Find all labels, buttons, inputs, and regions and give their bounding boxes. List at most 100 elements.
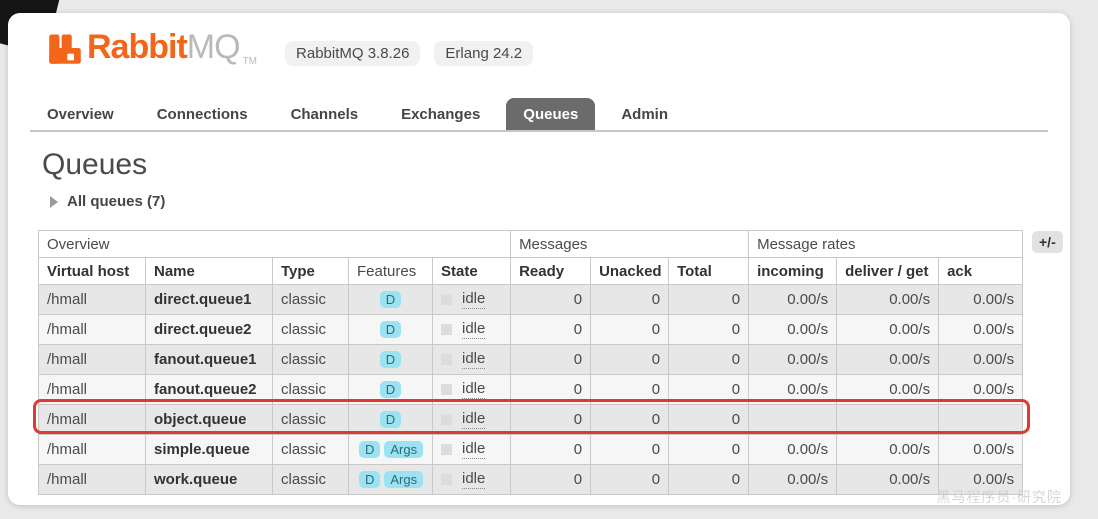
unacked-cell: 0 [591, 465, 669, 495]
unacked-cell: 0 [591, 405, 669, 435]
queue-name-link[interactable]: object.queue [146, 405, 273, 435]
args-badge: Args [384, 441, 423, 458]
erlang-version-badge: Erlang 24.2 [434, 41, 533, 66]
queue-name-link[interactable]: direct.queue1 [146, 285, 273, 315]
type-cell: classic [273, 375, 349, 405]
col-features: Features [349, 258, 433, 285]
type-cell: classic [273, 345, 349, 375]
group-header-messages: Messages [511, 231, 749, 258]
ack-rate-cell: 0.00/s [939, 375, 1023, 405]
total-cell: 0 [669, 465, 749, 495]
incoming-rate-cell: 0.00/s [749, 435, 837, 465]
vhost-cell: /hmall [39, 315, 146, 345]
col-total[interactable]: Total [669, 258, 749, 285]
col-unacked[interactable]: Unacked [591, 258, 669, 285]
col-type[interactable]: Type [273, 258, 349, 285]
unacked-cell: 0 [591, 315, 669, 345]
brand-wordmark: RabbitMQTM [87, 28, 257, 67]
queue-name-link[interactable]: simple.queue [146, 435, 273, 465]
tab-admin[interactable]: Admin [604, 98, 685, 130]
type-cell: classic [273, 465, 349, 495]
queues-table-body: /hmall direct.queue1 classic D idle 0 0 … [39, 285, 1023, 495]
features-cell: D [349, 345, 433, 375]
queue-row: /hmall fanout.queue1 classic D idle 0 0 … [39, 345, 1023, 375]
state-cell: idle [433, 435, 511, 465]
rabbitmq-version-badge: RabbitMQ 3.8.26 [285, 41, 420, 66]
ack-rate-cell: 0.00/s [939, 315, 1023, 345]
all-queues-disclosure[interactable]: All queues (7) [50, 193, 165, 210]
incoming-rate-cell: 0.00/s [749, 345, 837, 375]
incoming-rate-cell: 0.00/s [749, 315, 837, 345]
features-cell: D [349, 315, 433, 345]
ready-cell: 0 [511, 375, 591, 405]
queue-row-highlighted: /hmall object.queue classic D idle 0 0 0 [39, 405, 1023, 435]
tab-connections[interactable]: Connections [140, 98, 265, 130]
page-title: Queues [42, 148, 147, 182]
state-cell: idle [433, 375, 511, 405]
durable-badge: D [380, 321, 401, 338]
state-cell: idle [433, 465, 511, 495]
ready-cell: 0 [511, 405, 591, 435]
col-incoming[interactable]: incoming [749, 258, 837, 285]
durable-badge: D [380, 291, 401, 308]
ready-cell: 0 [511, 315, 591, 345]
ready-cell: 0 [511, 465, 591, 495]
total-cell: 0 [669, 375, 749, 405]
group-header-overview: Overview [39, 231, 511, 258]
queue-row: /hmall work.queue classic DArgs idle 0 0… [39, 465, 1023, 495]
state-label: idle [462, 470, 485, 489]
state-indicator-icon [441, 384, 452, 395]
state-indicator-icon [441, 444, 452, 455]
state-label: idle [462, 320, 485, 339]
queue-name-link[interactable]: work.queue [146, 465, 273, 495]
tab-channels[interactable]: Channels [274, 98, 376, 130]
rabbitmq-logo-icon [47, 30, 83, 66]
state-label: idle [462, 410, 485, 429]
durable-badge: D [380, 381, 401, 398]
unacked-cell: 0 [591, 345, 669, 375]
state-label: idle [462, 350, 485, 369]
state-indicator-icon [441, 354, 452, 365]
table-group-header-row: Overview Messages Message rates [39, 231, 1023, 258]
col-virtual-host[interactable]: Virtual host [39, 258, 146, 285]
features-cell: D [349, 405, 433, 435]
incoming-rate-cell: 0.00/s [749, 465, 837, 495]
unacked-cell: 0 [591, 285, 669, 315]
state-label: idle [462, 290, 485, 309]
state-cell: idle [433, 405, 511, 435]
queue-name-link[interactable]: direct.queue2 [146, 315, 273, 345]
tab-queues[interactable]: Queues [506, 98, 595, 130]
deliver-get-rate-cell: 0.00/s [837, 375, 939, 405]
col-ready[interactable]: Ready [511, 258, 591, 285]
brand-mq: MQ [187, 28, 240, 67]
col-ack[interactable]: ack [939, 258, 1023, 285]
deliver-get-rate-cell: 0.00/s [837, 285, 939, 315]
type-cell: classic [273, 285, 349, 315]
queue-name-link[interactable]: fanout.queue2 [146, 375, 273, 405]
table-column-header-row: Virtual host Name Type Features State Re… [39, 258, 1023, 285]
durable-badge: D [359, 441, 380, 458]
ready-cell: 0 [511, 435, 591, 465]
queue-name-link[interactable]: fanout.queue1 [146, 345, 273, 375]
incoming-rate-cell: 0.00/s [749, 285, 837, 315]
deliver-get-rate-cell: 0.00/s [837, 345, 939, 375]
vhost-cell: /hmall [39, 285, 146, 315]
state-indicator-icon [441, 414, 452, 425]
durable-badge: D [380, 351, 401, 368]
args-badge: Args [384, 471, 423, 488]
tab-exchanges[interactable]: Exchanges [384, 98, 497, 130]
tab-overview[interactable]: Overview [30, 98, 131, 130]
col-state[interactable]: State [433, 258, 511, 285]
queue-row: /hmall direct.queue2 classic D idle 0 0 … [39, 315, 1023, 345]
col-deliver-get[interactable]: deliver / get [837, 258, 939, 285]
nav-tabs: Overview Connections Channels Exchanges … [30, 96, 1048, 132]
group-header-message-rates: Message rates [749, 231, 1023, 258]
column-visibility-toggle-button[interactable]: +/- [1032, 231, 1063, 253]
queues-table: Overview Messages Message rates Virtual … [38, 230, 1023, 495]
vhost-cell: /hmall [39, 465, 146, 495]
incoming-rate-cell [749, 405, 837, 435]
ack-rate-cell: 0.00/s [939, 285, 1023, 315]
total-cell: 0 [669, 435, 749, 465]
state-label: idle [462, 440, 485, 459]
col-name[interactable]: Name [146, 258, 273, 285]
